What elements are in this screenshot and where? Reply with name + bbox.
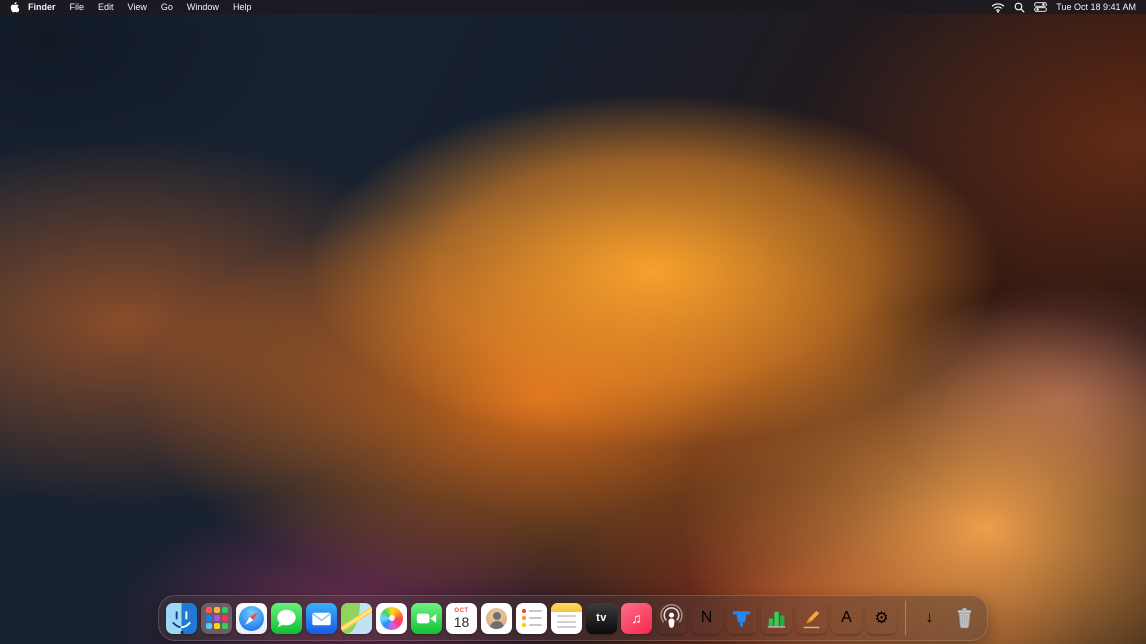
pages-pen-icon bbox=[796, 603, 827, 634]
menu-edit[interactable]: Edit bbox=[91, 0, 121, 14]
dock-icon-numbers[interactable] bbox=[761, 603, 792, 634]
dock-icon-podcasts[interactable] bbox=[656, 603, 687, 634]
reminders-row bbox=[522, 616, 542, 620]
tv-logo-label: tv bbox=[596, 612, 607, 624]
launchpad-grid-icon bbox=[206, 607, 228, 629]
dock-icon-facetime[interactable] bbox=[411, 603, 442, 634]
dock-icon-news[interactable]: N bbox=[691, 603, 722, 634]
notes-text-line bbox=[557, 621, 576, 623]
podcasts-person-waves-icon bbox=[656, 603, 687, 634]
dock-icon-launchpad[interactable] bbox=[201, 603, 232, 634]
menu-view[interactable]: View bbox=[121, 0, 154, 14]
macos-desktop: Finder File Edit View Go Window Help bbox=[0, 0, 1146, 644]
news-letter-n: N bbox=[701, 609, 713, 627]
reminders-row bbox=[522, 623, 542, 627]
dock-icon-trash[interactable] bbox=[949, 603, 980, 634]
finder-running-indicator bbox=[180, 631, 183, 634]
speech-bubble-icon bbox=[271, 603, 302, 634]
safari-compass-icon bbox=[239, 606, 264, 631]
apple-menu[interactable] bbox=[10, 2, 21, 13]
menu-go[interactable]: Go bbox=[154, 0, 180, 14]
app-store-letter-a: A bbox=[841, 609, 852, 627]
dock-icon-music[interactable]: ♫ bbox=[621, 603, 652, 634]
control-center-icon[interactable] bbox=[1034, 2, 1047, 12]
dock-icon-system-settings[interactable]: ⚙ bbox=[866, 603, 897, 634]
dock-icon-notes[interactable] bbox=[551, 603, 582, 634]
notes-text-line bbox=[557, 615, 576, 617]
dock-icon-tv[interactable]: tv bbox=[586, 603, 617, 634]
notes-text-line bbox=[557, 626, 576, 628]
keynote-podium-icon bbox=[726, 603, 757, 634]
reminders-row bbox=[522, 609, 542, 613]
gear-icon: ⚙ bbox=[874, 608, 888, 628]
dock-icon-keynote[interactable] bbox=[726, 603, 757, 634]
dock-icon-app-store[interactable]: A bbox=[831, 603, 862, 634]
dock-icon-calendar[interactable]: OCT 18 bbox=[446, 603, 477, 634]
dock-separator bbox=[905, 601, 906, 635]
menu-window[interactable]: Window bbox=[180, 0, 226, 14]
wifi-icon[interactable] bbox=[991, 2, 1005, 13]
trash-can-icon bbox=[949, 603, 980, 634]
dock-icon-photos[interactable] bbox=[376, 603, 407, 634]
active-app-name[interactable]: Finder bbox=[21, 0, 63, 14]
notes-yellow-band bbox=[551, 603, 582, 612]
dock-icon-contacts[interactable] bbox=[481, 603, 512, 634]
desktop-wallpaper[interactable] bbox=[0, 0, 1146, 644]
menu-file[interactable]: File bbox=[63, 0, 92, 14]
download-arrow-icon: ↓ bbox=[926, 609, 934, 626]
dock-icon-messages[interactable] bbox=[271, 603, 302, 634]
spotlight-search-icon[interactable] bbox=[1014, 2, 1025, 13]
apple-logo-icon bbox=[10, 2, 19, 13]
calendar-day-label: 18 bbox=[454, 615, 470, 630]
dock-icon-maps[interactable] bbox=[341, 603, 372, 634]
menu-bar: Finder File Edit View Go Window Help bbox=[0, 0, 1146, 14]
dock-icon-downloads[interactable]: ↓ bbox=[914, 603, 945, 634]
dock-icon-safari[interactable] bbox=[236, 603, 267, 634]
dock-icon-reminders[interactable] bbox=[516, 603, 547, 634]
finder-face-icon bbox=[166, 603, 197, 634]
music-note-icon: ♫ bbox=[631, 610, 642, 626]
dock-icon-mail[interactable] bbox=[306, 603, 337, 634]
dock-icon-pages[interactable] bbox=[796, 603, 827, 634]
video-camera-icon bbox=[411, 603, 442, 634]
menu-help[interactable]: Help bbox=[226, 0, 259, 14]
dock-icon-finder[interactable] bbox=[166, 603, 197, 634]
envelope-icon bbox=[306, 603, 337, 634]
dock: OCT 18 tv ♫ bbox=[158, 595, 988, 641]
menu-bar-clock[interactable]: Tue Oct 18 9:41 AM bbox=[1056, 0, 1136, 14]
photos-pinwheel-icon bbox=[380, 607, 403, 630]
numbers-bar-chart-icon bbox=[761, 603, 792, 634]
contact-silhouette-icon bbox=[486, 608, 507, 629]
downloads-folder-icon: ↓ bbox=[926, 609, 934, 627]
